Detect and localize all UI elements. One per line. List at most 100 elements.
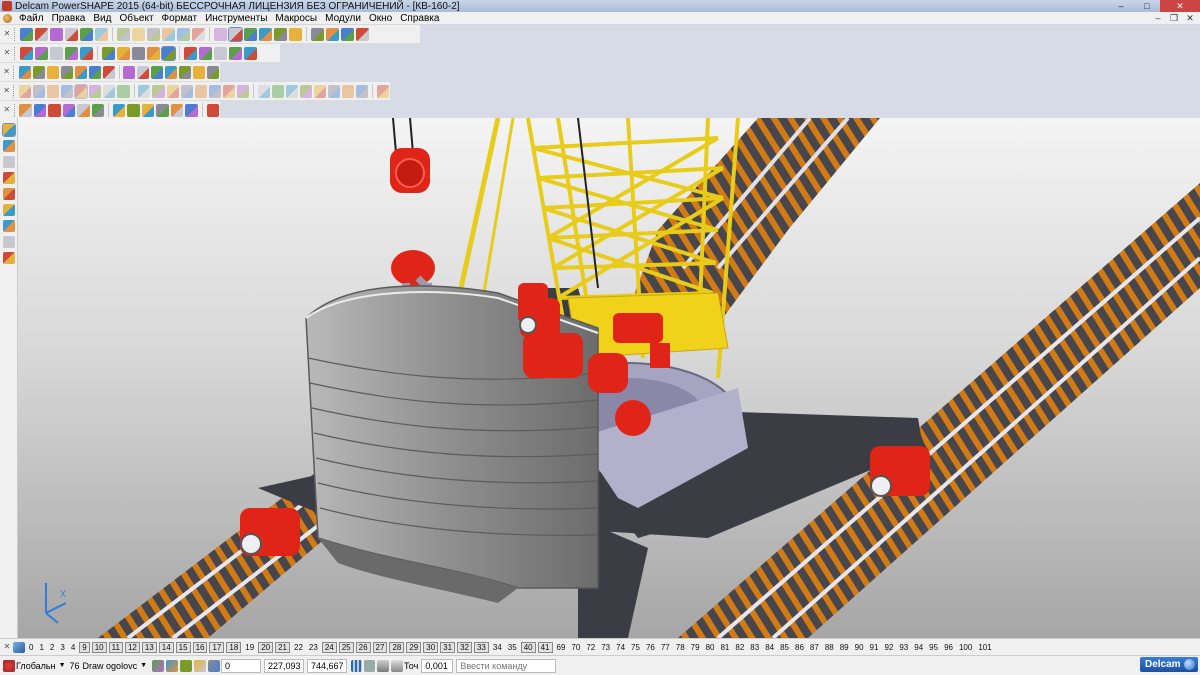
layer-icon[interactable] (244, 46, 257, 60)
wizard-icon[interactable] (356, 27, 369, 41)
feature-2-icon[interactable] (33, 84, 46, 98)
wire-5-icon[interactable] (77, 103, 90, 117)
minimize-button[interactable]: ‒ (1108, 0, 1134, 12)
solid-icon[interactable] (326, 27, 339, 41)
ruler-icon[interactable] (377, 659, 390, 672)
info-icon[interactable] (179, 65, 192, 79)
level-button-3[interactable]: 3 (58, 642, 66, 653)
level-button-40[interactable]: 40 (520, 641, 536, 653)
workplane-select[interactable]: Глобальн (16, 661, 56, 671)
feature-8-icon[interactable] (117, 84, 130, 98)
wire-toolbar-grip[interactable] (13, 103, 17, 117)
cut-icon[interactable] (95, 27, 108, 41)
level-button-89[interactable]: 89 (838, 642, 851, 653)
level-button-22[interactable]: 22 (292, 642, 305, 653)
circle-icon[interactable] (259, 27, 272, 41)
level-button-96[interactable]: 96 (942, 642, 955, 653)
mdi-close-button[interactable]: ✕ (1182, 12, 1198, 25)
menu-item-3[interactable]: Объект (115, 12, 157, 25)
feature-10-icon[interactable] (152, 84, 165, 98)
object-a-icon[interactable] (19, 65, 31, 79)
level-button-31[interactable]: 31 (440, 641, 456, 653)
level-button-92[interactable]: 92 (882, 642, 895, 653)
line-icon[interactable] (2, 156, 15, 168)
menu-item-1[interactable]: Правка (48, 12, 90, 25)
level-button-25[interactable]: 25 (338, 641, 354, 653)
material-icon[interactable] (214, 46, 227, 60)
menu-item-7[interactable]: Модули (321, 12, 365, 25)
level-button-74[interactable]: 74 (614, 642, 627, 653)
level-button-11[interactable]: 11 (108, 641, 123, 653)
level-button-27[interactable]: 27 (372, 641, 388, 653)
menu-item-8[interactable]: Окно (365, 12, 396, 25)
curve-icon[interactable] (289, 27, 302, 41)
main-toolbar-close-icon[interactable]: ✕ (2, 27, 12, 41)
axis-icon[interactable] (2, 252, 15, 264)
level-button-82[interactable]: 82 (733, 642, 746, 653)
object-toolbar-close-icon[interactable]: ✕ (2, 65, 11, 79)
level-button-94[interactable]: 94 (912, 642, 925, 653)
feature-5-icon[interactable] (74, 83, 89, 99)
surface-icon[interactable] (311, 27, 324, 41)
feature-19-icon[interactable] (285, 84, 298, 98)
feature-9-icon[interactable] (138, 84, 151, 98)
wire-3-icon[interactable] (48, 103, 61, 117)
level-button-86[interactable]: 86 (793, 642, 806, 653)
level-dropdown-icon[interactable]: ▼ (140, 662, 147, 669)
wireframe-icon[interactable] (80, 46, 93, 60)
level-button-72[interactable]: 72 (584, 642, 597, 653)
wire-12-icon[interactable] (185, 103, 198, 117)
globe-icon[interactable] (161, 45, 176, 61)
select-filter-icon[interactable] (166, 659, 179, 672)
level-button-32[interactable]: 32 (457, 641, 472, 653)
level-button-73[interactable]: 73 (599, 642, 612, 653)
arrow-right-icon[interactable] (102, 65, 115, 79)
level-button-35[interactable]: 35 (506, 642, 519, 653)
level-button-90[interactable]: 90 (853, 642, 866, 653)
select-arrow-icon[interactable] (1, 123, 16, 137)
select-icon[interactable] (214, 27, 227, 41)
level-button-18[interactable]: 18 (226, 641, 242, 653)
feature-11-icon[interactable] (166, 84, 179, 98)
delete-icon[interactable] (147, 27, 160, 41)
level-button-33[interactable]: 33 (473, 641, 489, 653)
level-button-21[interactable]: 21 (275, 641, 290, 653)
iso-view-icon[interactable] (20, 46, 33, 60)
feature-7-icon[interactable] (103, 84, 116, 98)
maximize-button[interactable]: □ (1134, 0, 1160, 12)
arrow-right-2-icon[interactable] (123, 65, 136, 79)
view-toolbar-close-icon[interactable]: ✕ (2, 46, 12, 60)
copy-icon[interactable] (117, 27, 130, 41)
level-button-69[interactable]: 69 (555, 642, 568, 653)
level-button-79[interactable]: 79 (689, 642, 702, 653)
feature-toolbar-grip[interactable] (13, 84, 16, 98)
level-button-29[interactable]: 29 (406, 641, 422, 653)
level-button-78[interactable]: 78 (674, 642, 687, 653)
level-name-select[interactable]: Draw ogolovc (83, 661, 138, 671)
light-icon[interactable] (229, 46, 242, 60)
graphics-viewport[interactable]: X (18, 118, 1200, 638)
wire-8-icon[interactable] (127, 103, 140, 117)
feature-14-icon[interactable] (208, 84, 221, 98)
snap-icon[interactable] (391, 659, 404, 672)
top-view-icon[interactable] (50, 46, 63, 60)
feature-23-icon[interactable] (342, 84, 355, 98)
command-input[interactable] (456, 658, 557, 673)
level-button-16[interactable]: 16 (192, 641, 208, 653)
new-file-icon[interactable] (20, 27, 33, 41)
level-button-76[interactable]: 76 (644, 642, 657, 653)
level-button-80[interactable]: 80 (704, 642, 717, 653)
wire-13-icon[interactable] (206, 103, 220, 117)
menu-item-4[interactable]: Формат (158, 12, 202, 25)
zero-field[interactable]: 0 (221, 658, 262, 673)
render-icon[interactable] (184, 46, 197, 60)
feature-17-icon[interactable] (257, 84, 270, 98)
mdi-minimize-button[interactable]: ‒ (1150, 12, 1166, 25)
level-button-14[interactable]: 14 (158, 641, 174, 653)
level-button-95[interactable]: 95 (927, 642, 940, 653)
wire-1-icon[interactable] (19, 103, 32, 117)
levelbar-close-icon[interactable]: ✕ (2, 640, 12, 654)
menu-item-6[interactable]: Макросы (271, 12, 321, 25)
workplane-dropdown-icon[interactable]: ▼ (59, 662, 66, 669)
wire-10-icon[interactable] (156, 103, 169, 117)
